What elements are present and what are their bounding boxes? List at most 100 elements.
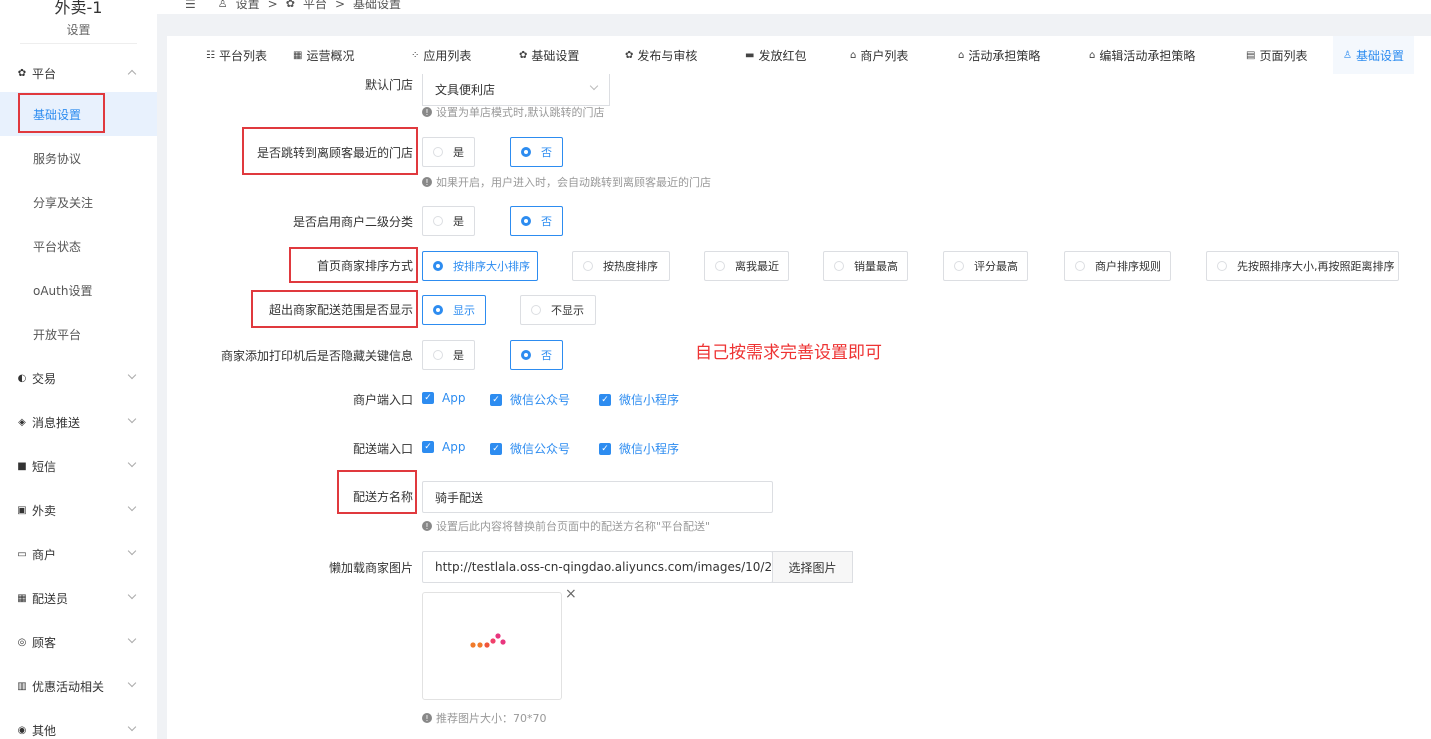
subcategory-yes[interactable]: 是 [422, 206, 475, 236]
tab-publish-review[interactable]: ✿ 发布与审核 [625, 36, 697, 74]
gears-icon: ✿ [519, 49, 528, 61]
sidebar-group-customer[interactable]: ◎ 顾客 [0, 627, 157, 657]
page-icon: ▤ [1246, 49, 1256, 61]
gear-icon: ✿ [285, 0, 295, 10]
chevron-down-icon [127, 722, 137, 732]
delivery-entry-wechat-mp[interactable]: ✓ 微信公众号 [490, 440, 570, 457]
merchant-entry-wechat-mp[interactable]: ✓ 微信公众号 [490, 391, 570, 408]
info-icon: ! [422, 107, 432, 117]
tab-activity-strategy[interactable]: ⌂ 活动承担策略 [958, 36, 1040, 74]
store-icon: ⌂ [958, 49, 965, 61]
sidebar-item-service-agreement[interactable]: 服务协议 [0, 136, 157, 180]
tab-platform-list[interactable]: ☷ 平台列表 [206, 36, 267, 74]
store-icon: ⌂ [1089, 49, 1096, 61]
user-icon: ◎ [17, 636, 27, 648]
default-store-label: 默认门店 [364, 78, 413, 92]
sort-by-popularity[interactable]: 按热度排序 [572, 251, 670, 281]
out-of-range-show[interactable]: 显示 [422, 295, 486, 325]
trade-icon: ◐ [17, 372, 27, 384]
lazy-image-label: 懒加载商家图片 [328, 561, 413, 575]
checkbox-checked-icon: ✓ [599, 393, 611, 406]
delivery-entry-app[interactable]: ✓ App [422, 440, 465, 454]
nearest-store-no[interactable]: 否 [510, 137, 563, 167]
chevron-down-icon [127, 678, 137, 688]
chevron-down-icon [127, 546, 137, 556]
sidebar-group-sms[interactable]: ■ 短信 [0, 451, 157, 481]
checkbox-checked-icon: ✓ [490, 393, 502, 406]
sidebar: 外卖-1 设置 ✿ 平台 基础设置 服务协议 分享及关注 平台状态 oAuth设… [0, 0, 157, 739]
sort-by-merchant-rule[interactable]: 商户排序规则 [1064, 251, 1171, 281]
printer-hide-label: 商家添加打印机后是否隐藏关键信息 [220, 349, 413, 363]
rider-icon: ▦ [17, 592, 27, 604]
sidebar-group-platform[interactable]: ✿ 平台 [0, 58, 157, 88]
choose-image-button[interactable]: 选择图片 [772, 551, 853, 583]
breadcrumb-sep: > [267, 0, 278, 11]
sort-by-sales[interactable]: 销量最高 [823, 251, 908, 281]
other-icon: ◉ [17, 724, 27, 736]
merchant-entry-wechat-miniapp[interactable]: ✓ 微信小程序 [599, 391, 679, 408]
image-size-hint: ! 推荐图片大小：70*70 [422, 710, 547, 726]
settings-icon: ♙ [217, 0, 228, 10]
breadcrumb-item[interactable]: 设置 [236, 0, 260, 12]
delivery-name-input[interactable]: 骑手配送 [422, 481, 773, 513]
sidebar-group-trade[interactable]: ◐ 交易 [0, 363, 157, 393]
loading-dots-image [470, 633, 506, 648]
nearest-store-hint: ! 如果开启，用户进入时，会自动跳转到离顾客最近的门店 [422, 174, 711, 190]
out-of-range-hide[interactable]: 不显示 [520, 295, 596, 325]
sidebar-item-share-follow[interactable]: 分享及关注 [0, 180, 157, 224]
tab-page-list[interactable]: ▤ 页面列表 [1246, 36, 1307, 74]
tab-merchant-list[interactable]: ⌂ 商户列表 [850, 36, 908, 74]
sidebar-group-rider[interactable]: ▦ 配送员 [0, 583, 157, 613]
app-subtitle: 设置 [66, 23, 91, 37]
sidebar-group-other[interactable]: ◉ 其他 [0, 715, 157, 739]
breadcrumb-item: 基础设置 [353, 0, 402, 11]
default-store-select[interactable]: 文具便利店 [422, 74, 610, 106]
store-icon: ▭ [17, 548, 27, 560]
sidebar-group-promotions[interactable]: ▥ 优惠活动相关 [0, 671, 157, 701]
info-icon: ! [422, 713, 432, 723]
sidebar-item-platform-status[interactable]: 平台状态 [0, 224, 157, 268]
gift-icon: ▥ [17, 680, 27, 692]
breadcrumb-sep: > [334, 0, 346, 11]
scooter-icon: ▣ [17, 504, 27, 516]
printer-hide-yes[interactable]: 是 [422, 340, 475, 370]
sort-by-rating[interactable]: 评分最高 [943, 251, 1028, 281]
breadcrumb: ☰ ♙ 设置 > ✿ 平台 > 基础设置 [185, 0, 401, 12]
settings-form: 默认门店 文具便利店 ! 设置为单店模式时,默认跳转的门店 是否跳转到离顾客最近的… [167, 74, 1431, 739]
sidebar-item-open-platform[interactable]: 开放平台 [0, 312, 157, 356]
chevron-down-icon [127, 502, 137, 512]
remove-image-icon[interactable]: × [565, 586, 577, 602]
breadcrumb-item[interactable]: 平台 [303, 0, 327, 12]
app-title: 外卖-1 [54, 0, 103, 17]
tab-operation-overview[interactable]: ▦ 运营概况 [293, 36, 354, 74]
tab-red-packet[interactable]: ▬ 发放红包 [745, 36, 806, 74]
printer-hide-no[interactable]: 否 [510, 340, 563, 370]
delivery-entry-wechat-miniapp[interactable]: ✓ 微信小程序 [599, 440, 679, 457]
chevron-down-icon [127, 634, 137, 644]
subcategory-no[interactable]: 否 [510, 206, 563, 236]
highlight-box [18, 93, 105, 133]
info-icon: ! [422, 521, 432, 531]
tab-basic-settings[interactable]: ✿ 基础设置 [519, 36, 579, 74]
sort-by-order-then-distance[interactable]: 先按照排序大小,再按照距离排序 [1206, 251, 1399, 281]
chevron-down-icon [589, 81, 599, 91]
sidebar-group-push[interactable]: ◈ 消息推送 [0, 407, 157, 437]
chevron-down-icon [127, 370, 137, 380]
chevron-down-icon [127, 414, 137, 424]
sort-by-distance[interactable]: 离我最近 [704, 251, 789, 281]
sidebar-group-merchant[interactable]: ▭ 商户 [0, 539, 157, 569]
subcategory-label: 是否启用商户二级分类 [292, 215, 413, 229]
lazy-image-url-input[interactable]: http://testlala.oss-cn-qingdao.aliyuncs.… [422, 551, 773, 583]
delivery-entry-label: 配送端入口 [352, 442, 413, 456]
info-icon: ! [422, 177, 432, 187]
tab-basic-settings-active[interactable]: ♙ 基础设置 [1333, 36, 1414, 74]
tab-app-list[interactable]: ⁘ 应用列表 [411, 36, 471, 74]
nearest-store-yes[interactable]: 是 [422, 137, 475, 167]
sidebar-item-oauth[interactable]: oAuth设置 [0, 268, 157, 312]
bell-icon: ◈ [18, 416, 26, 428]
tab-edit-activity-strategy[interactable]: ⌂ 编辑活动承担策略 [1089, 36, 1195, 74]
menu-toggle-icon[interactable]: ☰ [185, 0, 196, 11]
sort-by-order[interactable]: 按排序大小排序 [422, 251, 538, 281]
merchant-entry-app[interactable]: ✓ App [422, 391, 465, 405]
sidebar-group-takeout[interactable]: ▣ 外卖 [0, 495, 157, 525]
